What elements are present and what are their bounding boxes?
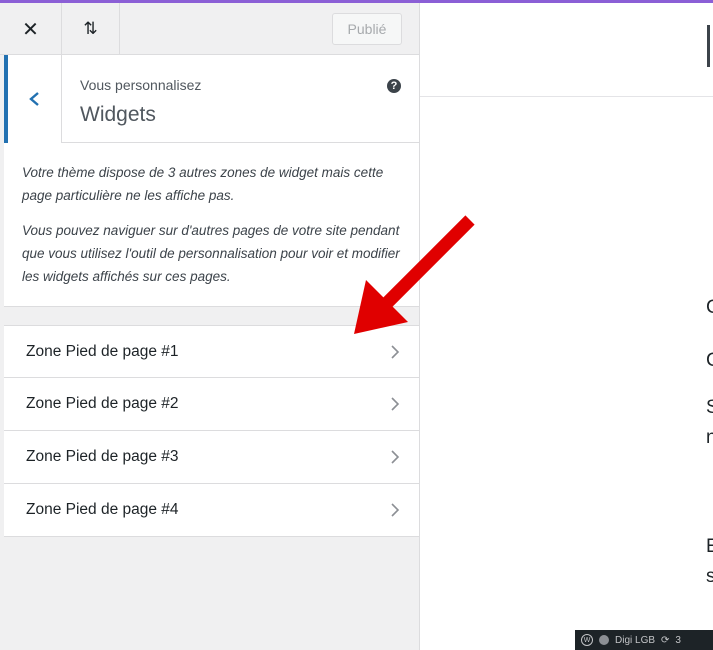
preview-text-fragment: s bbox=[706, 566, 713, 587]
red-arrow-annotation bbox=[354, 215, 475, 334]
reorder-button[interactable]: ⇅ bbox=[62, 3, 120, 55]
zone-item-3[interactable]: Zone Pied de page #3 bbox=[4, 431, 419, 484]
page-title: Widgets bbox=[80, 103, 156, 126]
notice-paragraph-1: Votre thème dispose de 3 autres zones de… bbox=[22, 165, 384, 203]
customizer-header: ✕ ⇅ Publié bbox=[0, 3, 419, 55]
admin-bar: W Digi LGB ⟳ 3 bbox=[575, 630, 713, 650]
wordpress-logo-icon[interactable]: W bbox=[581, 634, 593, 646]
preview-header-element bbox=[707, 25, 710, 67]
preview-divider bbox=[420, 96, 713, 97]
chevron-right-icon bbox=[391, 345, 400, 359]
arrows-up-down-icon: ⇅ bbox=[83, 19, 98, 38]
chevron-left-icon bbox=[28, 92, 39, 106]
preview-text-fragment: E bbox=[706, 536, 713, 557]
back-button[interactable] bbox=[4, 55, 62, 143]
zone-label: Zone Pied de page #3 bbox=[26, 448, 179, 465]
section-title: Vous personnalisez Widgets ? bbox=[0, 55, 419, 143]
updates-icon: ⟳ bbox=[661, 634, 670, 646]
preview-text-fragment: S bbox=[706, 397, 713, 418]
close-button[interactable]: ✕ bbox=[0, 3, 62, 55]
preview-text-fragment: n bbox=[706, 427, 713, 448]
site-name[interactable]: Digi LGB bbox=[615, 635, 655, 646]
preview-text-fragment: C bbox=[706, 297, 713, 318]
chevron-right-icon bbox=[391, 450, 400, 464]
zone-item-4[interactable]: Zone Pied de page #4 bbox=[4, 484, 419, 537]
close-icon: ✕ bbox=[22, 18, 39, 41]
zone-label: Zone Pied de page #1 bbox=[26, 342, 179, 360]
updates-count[interactable]: 3 bbox=[675, 635, 681, 646]
zone-label: Zone Pied de page #4 bbox=[26, 501, 179, 518]
help-icon[interactable]: ? bbox=[387, 79, 401, 93]
zone-label: Zone Pied de page #2 bbox=[26, 395, 179, 412]
site-icon bbox=[599, 635, 609, 645]
customizing-label: Vous personnalisez bbox=[80, 77, 202, 93]
zone-item-2[interactable]: Zone Pied de page #2 bbox=[4, 378, 419, 431]
chevron-right-icon bbox=[391, 503, 400, 517]
widget-zone-list: Zone Pied de page #1 Zone Pied de page #… bbox=[4, 325, 419, 537]
chevron-right-icon bbox=[391, 397, 400, 411]
publish-button[interactable]: Publié bbox=[332, 13, 402, 45]
preview-text-fragment: C bbox=[706, 350, 713, 371]
